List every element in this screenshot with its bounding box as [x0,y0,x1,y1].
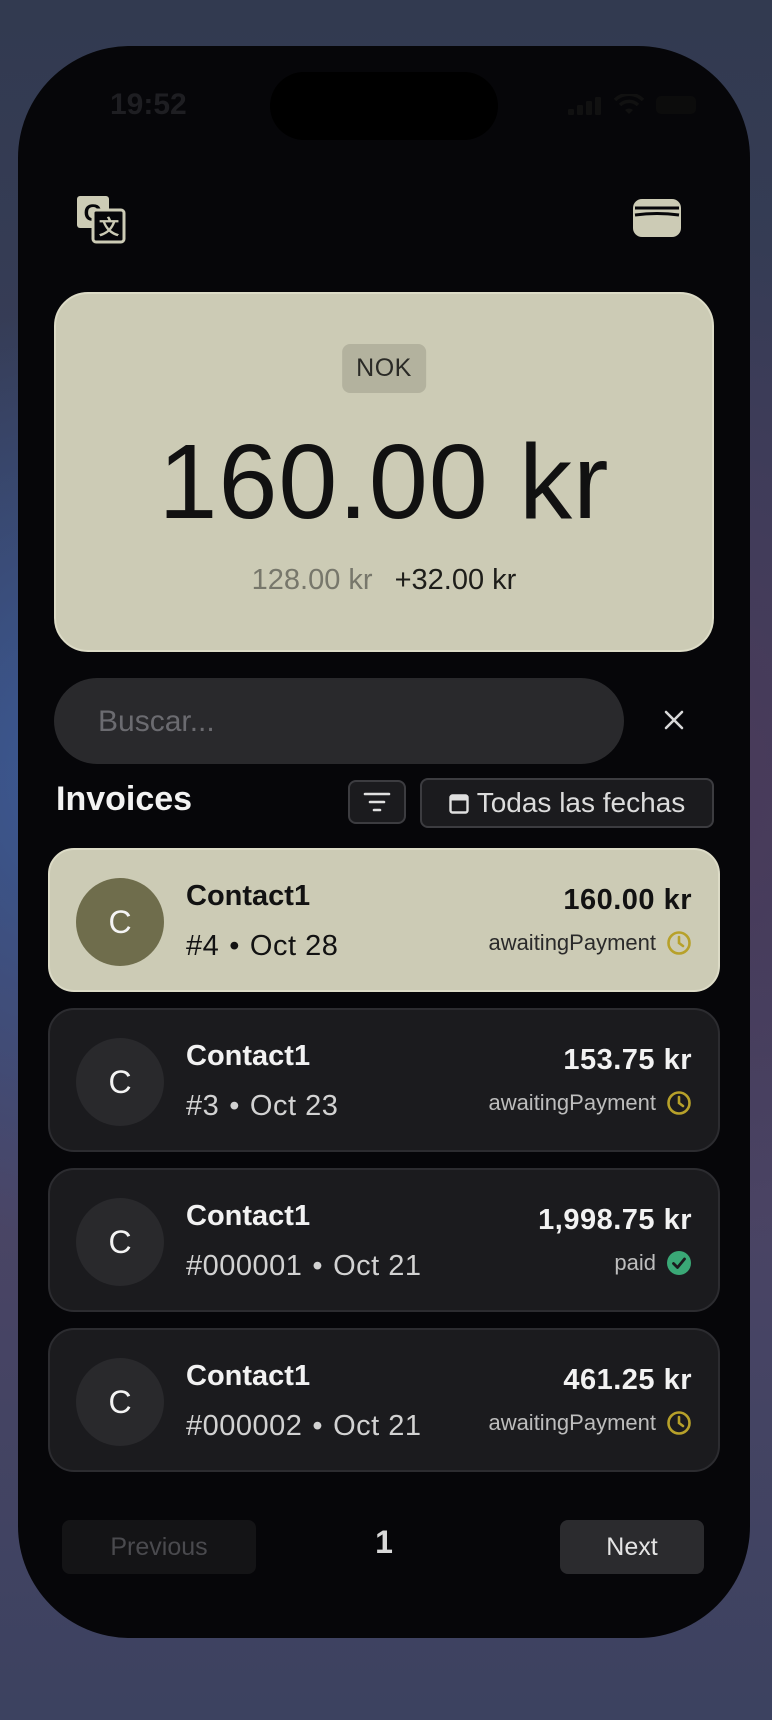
avatar: C [76,878,164,966]
balance-base-amount: 128.00 kr [251,564,373,596]
invoice-status-label: awaitingPayment [488,1410,656,1435]
invoice-contact: Contact1 [186,880,311,912]
invoice-number: #000002 [186,1410,303,1442]
phone-screen: 19:52 G 文 NOK 160. [18,46,750,1638]
invoice-date: Oct 28 [249,930,339,962]
invoice-card[interactable]: C Contact1 #000001 • Oct 21 1,998.75 kr pa… [48,1168,720,1312]
clock-icon [667,1411,691,1435]
status-bar: 19:52 [18,46,750,166]
invoice-amount: 1,998.75 kr [538,1204,692,1236]
dynamic-island [270,72,498,140]
invoice-contact: Contact1 [186,1360,311,1392]
invoice-contact: Contact1 [186,1040,311,1072]
search-input[interactable] [96,678,600,766]
avatar: C [76,1358,164,1446]
invoice-status-label: awaitingPayment [488,930,656,955]
invoice-meta: #000002 • Oct 21 [186,1410,422,1442]
translate-icon: G 文 [77,196,126,244]
invoice-contact: Contact1 [186,1200,311,1232]
invoice-amount: 160.00 kr [563,884,692,916]
invoice-status: paid [614,1250,692,1276]
invoice-status: awaitingPayment [488,930,692,956]
section-title: Invoices [56,780,193,818]
invoice-meta: #3 • Oct 23 [186,1090,339,1122]
invoice-status: awaitingPayment [488,1090,692,1116]
invoice-card[interactable]: C Contact1 #000002 • Oct 21 461.25 kr awai… [48,1328,720,1472]
clear-search-button[interactable] [656,702,692,738]
previous-page-button[interactable]: Previous [62,1520,256,1574]
invoice-meta: #4 • Oct 28 [186,930,339,962]
date-filter-label: Todas las fechas [476,787,686,818]
calendar-icon [449,794,469,814]
clock-icon [667,931,691,955]
invoice-card[interactable]: C Contact1 #4 • Oct 28 160.00 kr awaitingP… [48,848,720,992]
close-icon [664,710,684,730]
status-time: 19:52 [110,88,187,121]
wallet-icon [633,199,681,237]
search-bar [54,678,624,766]
cellular-signal-icon [568,95,602,115]
translate-button[interactable]: G 文 [76,194,126,244]
invoice-number: #4 [186,930,220,962]
balance-breakdown: 128.00 kr +32.00 kr [56,564,712,597]
invoice-status: awaitingPayment [488,1410,692,1436]
filter-icon [363,792,391,812]
invoice-amount: 153.75 kr [563,1044,692,1076]
invoice-date: Oct 23 [249,1090,339,1122]
invoice-date: Oct 21 [333,1410,422,1442]
svg-text:文: 文 [99,215,120,239]
avatar: C [76,1198,164,1286]
invoice-number: #3 [186,1090,220,1122]
invoice-status-label: awaitingPayment [488,1090,656,1115]
check-circle-icon [667,1251,691,1275]
invoice-number: #000001 [186,1250,303,1282]
currency-badge[interactable]: NOK [342,344,426,393]
invoice-status-label: paid [614,1250,656,1275]
date-filter-button[interactable]: Todas las fechas [420,778,714,828]
filter-button[interactable] [348,780,406,824]
next-page-button[interactable]: Next [560,1520,704,1574]
clock-icon [667,1091,691,1115]
invoice-meta: #000001 • Oct 21 [186,1250,422,1282]
invoice-date: Oct 21 [333,1250,422,1282]
status-icons [568,94,696,116]
battery-icon [656,96,696,114]
avatar: C [76,1038,164,1126]
wifi-icon [614,94,644,114]
wallet-button[interactable] [632,198,682,238]
current-page-number: 1 [375,1524,393,1560]
balance-card: NOK 160.00 kr 128.00 kr +32.00 kr [54,292,714,652]
balance-amount: 160.00 kr [158,423,610,541]
invoice-card[interactable]: C Contact1 #3 • Oct 23 153.75 kr awaitingP… [48,1008,720,1152]
invoice-amount: 461.25 kr [563,1364,692,1396]
balance-delta-amount: +32.00 kr [394,564,517,596]
